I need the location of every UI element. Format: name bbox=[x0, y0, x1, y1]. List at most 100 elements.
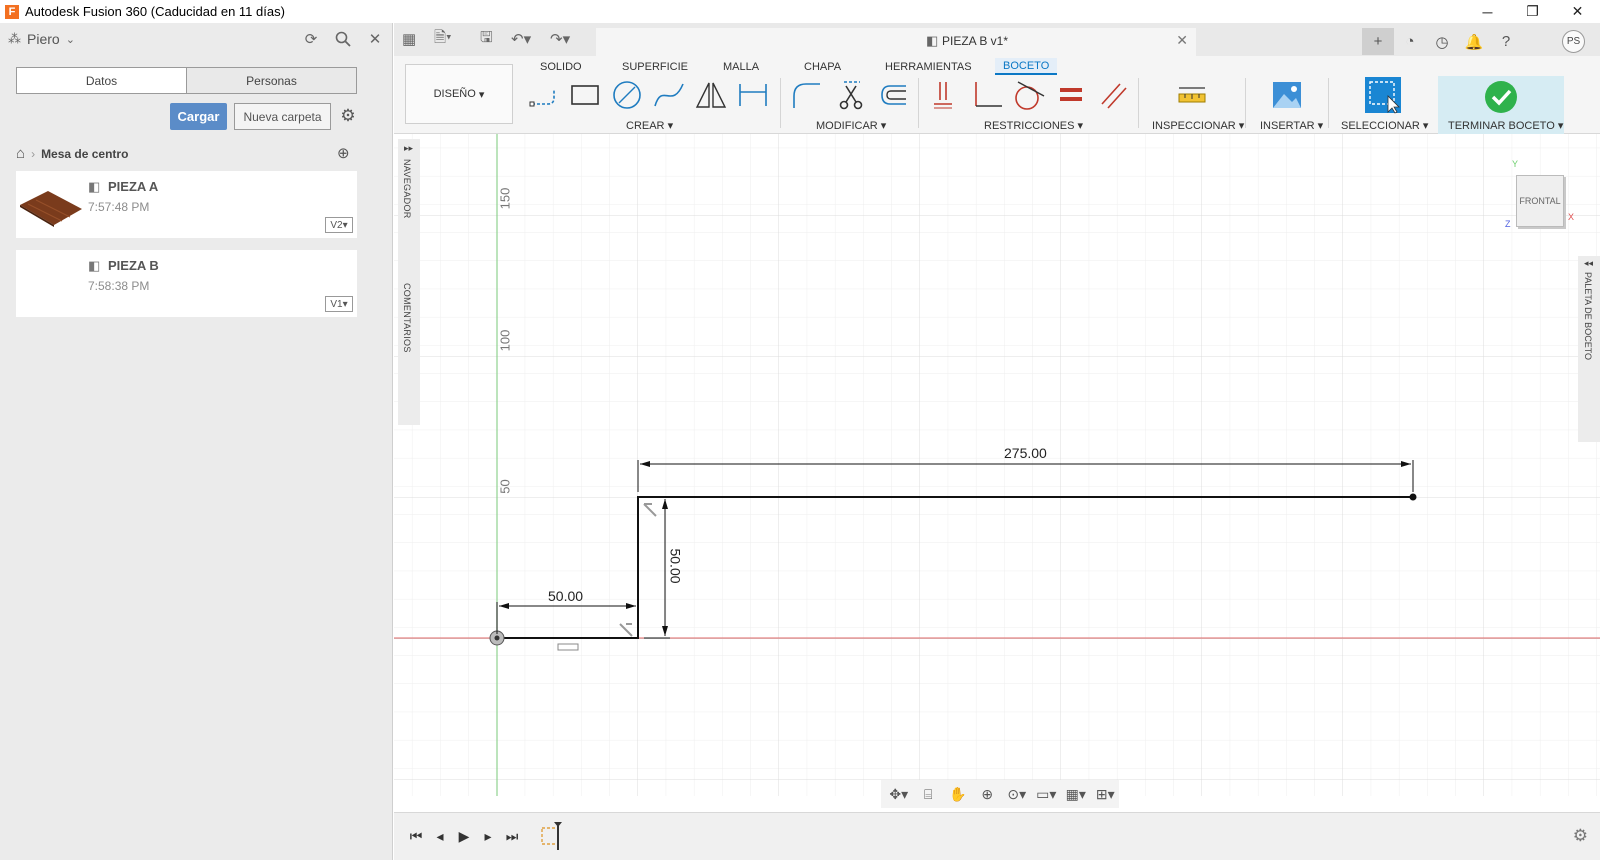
viewports-icon[interactable]: ⊞▾ bbox=[1092, 786, 1120, 803]
notifications-bell-icon[interactable]: 🔔 bbox=[1458, 28, 1490, 55]
group-seleccionar-label: SELECCIONAR bbox=[1341, 120, 1420, 132]
next-step-icon[interactable]: ▸ bbox=[478, 826, 498, 846]
last-step-icon[interactable]: ⏭ bbox=[502, 826, 522, 846]
title-bar: F Autodesk Fusion 360 (Caducidad en 11 d… bbox=[0, 0, 1600, 23]
data-panel-tabs: Datos Personas bbox=[16, 67, 357, 94]
tab-chapa[interactable]: CHAPA bbox=[804, 58, 841, 75]
viewcube[interactable]: FRONTAL bbox=[1516, 175, 1564, 227]
home-icon[interactable]: ⌂ bbox=[16, 145, 25, 162]
minimize-button[interactable]: ─ bbox=[1465, 0, 1510, 23]
offset-tool-icon[interactable] bbox=[876, 78, 910, 112]
ribbon-divider bbox=[1245, 78, 1246, 128]
close-panel-icon[interactable]: ✕ bbox=[364, 29, 386, 49]
coincident-constraint-icon[interactable] bbox=[928, 78, 962, 112]
upload-button[interactable]: Cargar bbox=[170, 103, 227, 130]
job-status-icon[interactable]: ◷ bbox=[1426, 28, 1458, 55]
group-modificar[interactable]: MODIFICAR ▾ bbox=[816, 119, 886, 132]
chevron-down-icon[interactable]: ⌄ bbox=[66, 33, 75, 46]
tab-personas[interactable]: Personas bbox=[186, 68, 356, 93]
help-icon[interactable]: ? bbox=[1490, 28, 1522, 55]
restore-button[interactable]: ❐ bbox=[1510, 0, 1555, 23]
first-step-icon[interactable]: ⏮ bbox=[406, 826, 426, 846]
gear-icon[interactable]: ⚙ bbox=[337, 105, 359, 127]
data-panel: ⁂ Piero ⌄ ⟳ ✕ Datos Personas Cargar Nuev… bbox=[0, 23, 393, 860]
new-folder-button[interactable]: Nueva carpeta bbox=[234, 103, 331, 130]
play-icon[interactable]: ▶ bbox=[454, 826, 474, 846]
look-at-icon[interactable]: ⌸ bbox=[915, 786, 943, 803]
search-icon[interactable] bbox=[332, 29, 354, 49]
group-restricciones[interactable]: RESTRICCIONES ▾ bbox=[984, 119, 1083, 132]
rectangle-tool-icon[interactable] bbox=[568, 78, 602, 112]
extensions-icon[interactable]: ◔ bbox=[1394, 28, 1426, 55]
file-menu-icon[interactable]: 🗎▾ bbox=[434, 28, 452, 50]
grid-settings-icon[interactable]: ▦▾ bbox=[1062, 786, 1090, 803]
workspace-dropdown[interactable]: DISEÑO ▾ bbox=[405, 64, 513, 124]
select-tool-icon[interactable] bbox=[1364, 76, 1402, 114]
tangent-constraint-icon[interactable] bbox=[1012, 78, 1046, 112]
fit-zoom-icon[interactable]: ⊙▾ bbox=[1003, 786, 1031, 803]
axis-z-label: Z bbox=[1505, 219, 1511, 229]
circle-tool-icon[interactable] bbox=[610, 78, 644, 112]
tab-malla[interactable]: MALLA bbox=[723, 58, 759, 75]
timeline-settings-gear-icon[interactable]: ⚙ bbox=[1573, 826, 1588, 846]
navigator-label[interactable]: NAVEGADOR bbox=[402, 159, 412, 219]
finish-sketch-button[interactable]: TERMINAR BOCETO ▾ bbox=[1438, 76, 1564, 134]
share-globe-icon[interactable]: ⊕ bbox=[337, 144, 350, 162]
fillet-tool-icon[interactable] bbox=[790, 78, 824, 112]
document-title: PIEZA B v1* bbox=[942, 34, 1009, 48]
version-dropdown[interactable]: V1 ▾ bbox=[325, 296, 353, 312]
close-tab-icon[interactable]: ✕ bbox=[1176, 32, 1188, 49]
group-seleccionar[interactable]: SELECCIONAR ▾ bbox=[1341, 119, 1428, 132]
tab-datos[interactable]: Datos bbox=[17, 68, 186, 93]
sketch-palette-label[interactable]: PALETA DE BOCETO bbox=[1583, 272, 1593, 360]
new-tab-button[interactable]: + bbox=[1362, 28, 1394, 55]
tab-superficie[interactable]: SUPERFICIE bbox=[622, 58, 688, 75]
sketch-canvas[interactable]: 275.00 50.00 50.00 150 100 50 bbox=[394, 134, 1600, 796]
tab-solido[interactable]: SOLIDO bbox=[540, 58, 582, 75]
sketch-palette-panel[interactable]: ◂◂ PALETA DE BOCETO bbox=[1578, 256, 1600, 442]
group-inspeccionar[interactable]: INSPECCIONAR ▾ bbox=[1152, 119, 1244, 132]
browser-side-panel[interactable]: ▸▸ NAVEGADOR COMENTARIOS bbox=[398, 139, 420, 425]
undo-icon[interactable]: ↶▾ bbox=[511, 28, 531, 50]
zoom-icon[interactable]: ⊕ bbox=[974, 786, 1002, 803]
pan-hand-icon[interactable]: ✋ bbox=[944, 786, 972, 803]
parallel-constraint-icon[interactable] bbox=[1096, 78, 1130, 112]
spline-tool-icon[interactable] bbox=[652, 78, 686, 112]
document-tab[interactable]: ◧ PIEZA B v1* ✕ bbox=[596, 28, 1196, 56]
file-card[interactable]: ◧ PIEZA B 7:58:38 PM V1 ▾ bbox=[16, 250, 357, 317]
close-window-button[interactable]: ✕ bbox=[1555, 0, 1600, 23]
display-settings-icon[interactable]: ▭▾ bbox=[1033, 786, 1061, 803]
avatar[interactable]: PS bbox=[1562, 30, 1585, 53]
collapse-arrows-icon[interactable]: ◂◂ bbox=[1584, 258, 1593, 269]
measure-tool-icon[interactable] bbox=[1175, 78, 1209, 112]
group-insertar[interactable]: INSERTAR ▾ bbox=[1260, 119, 1323, 132]
equal-constraint-icon[interactable] bbox=[1054, 78, 1088, 112]
previous-step-icon[interactable]: ◂ bbox=[430, 826, 450, 846]
user-selector[interactable]: Piero bbox=[27, 31, 60, 47]
refresh-icon[interactable]: ⟳ bbox=[300, 29, 322, 49]
save-icon[interactable]: 🖫 bbox=[480, 28, 493, 50]
dimension-tool-icon[interactable] bbox=[736, 78, 770, 112]
tab-boceto[interactable]: BOCETO bbox=[995, 58, 1058, 75]
breadcrumb-folder[interactable]: Mesa de centro bbox=[41, 147, 128, 161]
grid-menu-icon[interactable]: ▦ bbox=[402, 28, 416, 50]
group-modificar-label: MODIFICAR bbox=[816, 120, 878, 132]
orbit-icon[interactable]: ✥▾ bbox=[885, 786, 913, 803]
redo-icon[interactable]: ↷▾ bbox=[550, 28, 570, 50]
fusion-app-icon: F bbox=[5, 4, 19, 19]
line-tool-icon[interactable] bbox=[526, 78, 560, 112]
mirror-tool-icon[interactable] bbox=[694, 78, 728, 112]
group-crear[interactable]: CREAR ▾ bbox=[626, 119, 673, 132]
dimension-50-vertical[interactable]: 50.00 bbox=[668, 548, 684, 583]
tab-herramientas[interactable]: HERRAMIENTAS bbox=[885, 58, 972, 75]
sketch-timeline-item-icon[interactable] bbox=[540, 822, 566, 852]
file-card[interactable]: ◧ PIEZA A 7:57:48 PM V2 ▾ bbox=[16, 171, 357, 238]
trim-scissors-icon[interactable] bbox=[834, 78, 868, 112]
expand-arrows-icon[interactable]: ▸▸ bbox=[404, 143, 413, 154]
perpendicular-constraint-icon[interactable] bbox=[970, 78, 1004, 112]
dimension-50-horizontal[interactable]: 50.00 bbox=[548, 588, 583, 604]
dimension-275[interactable]: 275.00 bbox=[1004, 445, 1047, 461]
version-dropdown[interactable]: V2 ▾ bbox=[325, 217, 353, 233]
comments-label[interactable]: COMENTARIOS bbox=[402, 283, 412, 353]
insert-image-icon[interactable] bbox=[1270, 78, 1304, 112]
